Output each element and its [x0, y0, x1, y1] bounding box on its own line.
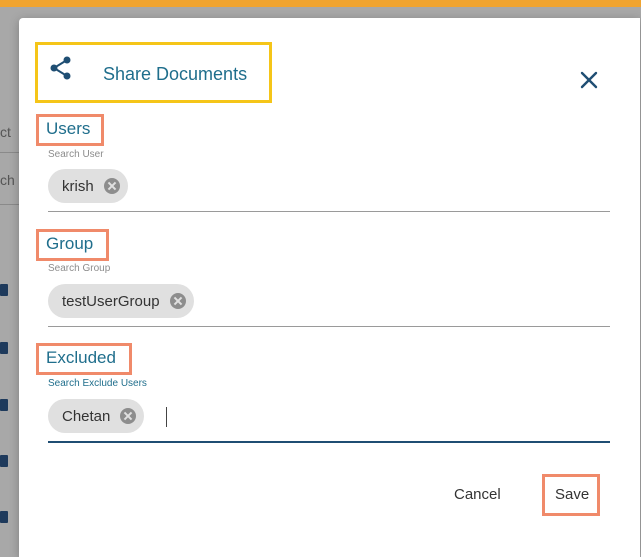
excluded-chip: Chetan — [48, 399, 145, 433]
text-cursor — [166, 407, 167, 427]
group-section-label: Group — [46, 234, 94, 253]
background-row-icon — [0, 455, 8, 467]
share-icon — [50, 56, 71, 80]
background-text-fragment: ct — [0, 124, 11, 140]
group-chip: testUserGroup — [48, 284, 194, 318]
group-search-caption: Search Group — [48, 263, 111, 274]
user-chip: krish — [48, 169, 128, 203]
save-button[interactable]: Save — [549, 485, 595, 504]
excluded-search-caption: Search Exclude Users — [48, 378, 147, 389]
dialog-title: Share Documents — [103, 64, 248, 84]
background-row-icon — [0, 399, 8, 411]
excluded-section-label: Excluded — [46, 348, 116, 367]
excluded-chip-label: Chetan — [62, 407, 111, 425]
cancel-button[interactable]: Cancel — [448, 485, 507, 504]
excluded-search-input[interactable] — [48, 441, 610, 443]
group-chip-label: testUserGroup — [62, 292, 160, 310]
remove-chip-icon[interactable] — [103, 178, 120, 194]
remove-chip-icon[interactable] — [169, 293, 186, 309]
background-divider — [0, 152, 20, 153]
users-search-input[interactable] — [48, 211, 610, 212]
background-row-icon — [0, 511, 8, 523]
background-row-icon — [0, 342, 8, 354]
user-chip-label: krish — [62, 177, 94, 195]
users-section-label: Users — [46, 119, 91, 138]
background-text-fragment: ch — [0, 172, 15, 188]
background-divider — [0, 204, 20, 205]
close-icon[interactable] — [578, 69, 600, 91]
remove-chip-icon[interactable] — [120, 408, 137, 424]
background-top-bar — [0, 0, 641, 7]
background-row-icon — [0, 284, 8, 296]
group-search-input[interactable] — [48, 326, 610, 327]
users-search-caption: Search User — [48, 149, 104, 160]
